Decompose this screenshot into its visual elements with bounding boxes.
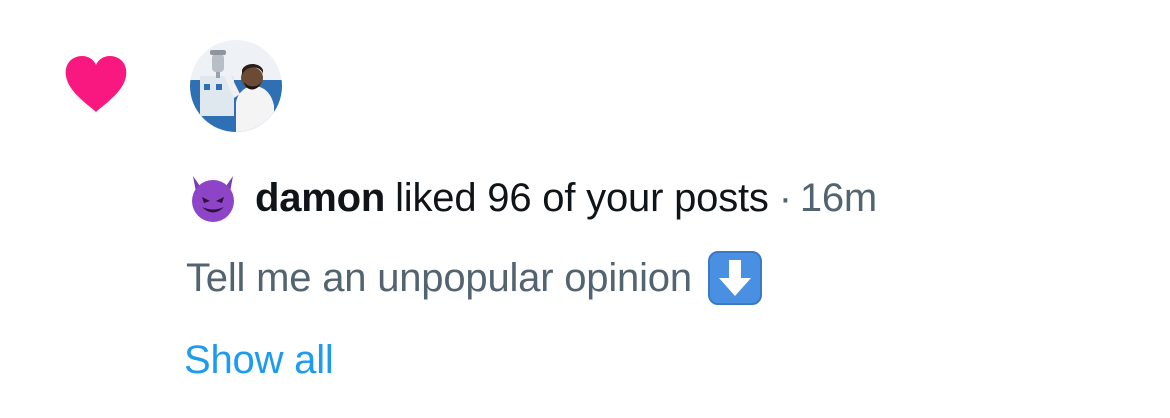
post-text: Tell me an unpopular opinion [186, 255, 692, 300]
down-arrow-emoji [707, 251, 762, 305]
heart-icon [65, 56, 127, 112]
post-preview[interactable]: Tell me an unpopular opinion [186, 250, 762, 306]
smiling-devil-emoji [192, 176, 234, 222]
avatar[interactable] [190, 40, 282, 132]
show-all-link[interactable]: Show all [184, 338, 334, 383]
action-text: liked 96 of your posts [395, 175, 769, 220]
time-label: 16m [799, 175, 878, 220]
separator: · [778, 175, 792, 220]
like-notification[interactable]: damon liked 96 of your posts · 16m Tell m… [0, 0, 1170, 418]
timestamp: · 16m [778, 175, 878, 221]
user-name[interactable]: damon [255, 176, 385, 221]
notification-headline: damon liked 96 of your posts · 16m [187, 170, 877, 226]
